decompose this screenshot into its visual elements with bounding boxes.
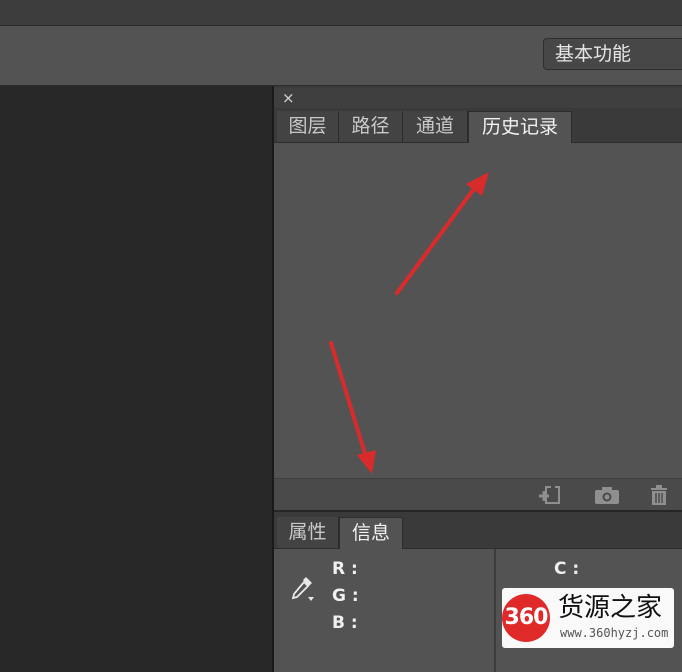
panel-dock: × 图层 路径 通道 历史记录 属性 信息 R: G: B: C:	[272, 86, 682, 672]
document-canvas-area[interactable]	[0, 86, 272, 672]
info-divider	[494, 549, 496, 672]
trash-icon[interactable]	[646, 485, 672, 505]
panel-tab-row-top: 图层 路径 通道 历史记录	[274, 108, 682, 143]
photoshop-window: 基本功能 × 图层 路径 通道 历史记录 属性 信息 R: G: B: C…	[0, 0, 682, 672]
watermark-title: 货源之家	[558, 593, 663, 623]
info-c-label: C :	[554, 559, 580, 579]
tab-channels[interactable]: 通道	[403, 111, 468, 142]
watermark-url: www.360hyzj.com	[560, 626, 669, 640]
tab-history[interactable]: 历史记录	[468, 111, 572, 143]
app-menu-bar	[0, 0, 682, 26]
panel-group-header: ×	[274, 88, 682, 108]
options-bar: 基本功能	[0, 26, 682, 86]
workspace-switcher-button[interactable]: 基本功能	[543, 38, 682, 70]
tab-properties[interactable]: 属性	[277, 517, 339, 548]
new-document-from-state-icon[interactable]	[537, 485, 563, 505]
tab-paths[interactable]: 路径	[339, 111, 403, 142]
panel-tab-row-bottom: 属性 信息	[274, 514, 682, 549]
history-panel-footer	[274, 478, 682, 512]
tab-info[interactable]: 信息	[339, 517, 403, 549]
tab-layers[interactable]: 图层	[277, 111, 339, 142]
info-r-label: R :	[332, 559, 358, 579]
info-b-label: B :	[332, 613, 358, 633]
info-g-label: G :	[332, 586, 359, 606]
history-panel-body[interactable]	[274, 143, 682, 478]
close-icon[interactable]: ×	[282, 88, 295, 108]
camera-icon[interactable]	[594, 485, 620, 505]
watermark: 360 货源之家 www.360hyzj.com	[502, 588, 674, 648]
watermark-logo: 360	[502, 594, 550, 642]
eyedropper-icon	[291, 577, 314, 601]
